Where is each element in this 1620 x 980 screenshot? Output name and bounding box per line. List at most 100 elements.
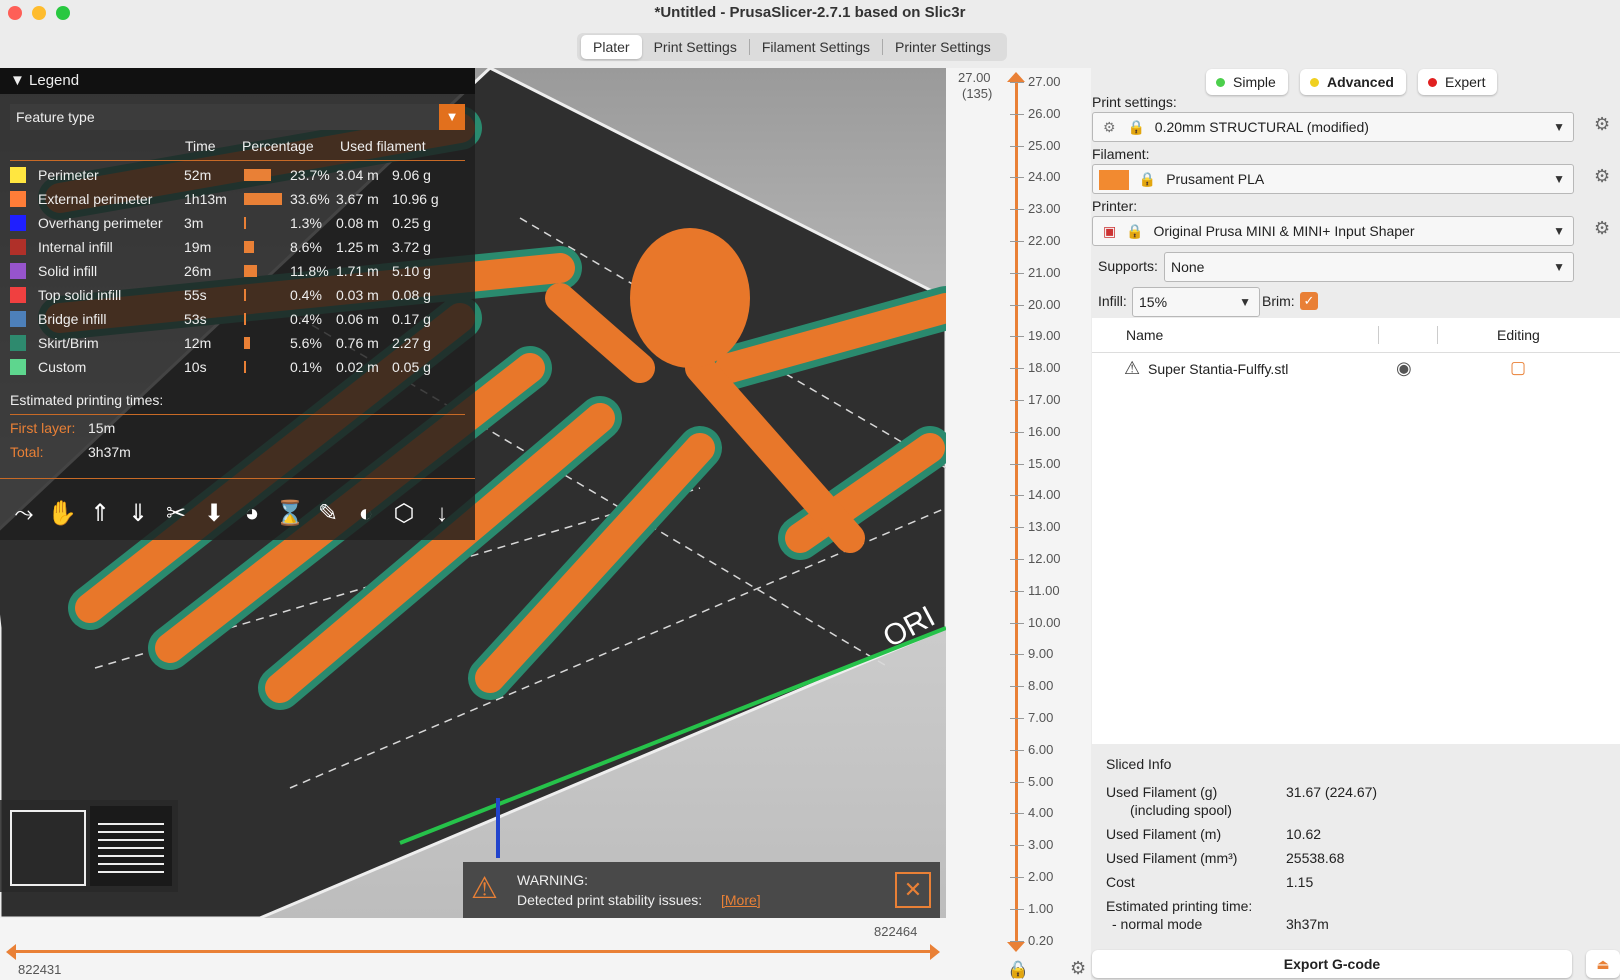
feature-name: Solid infill [38,263,98,279]
slider-tick-label: 22.00 [1028,233,1061,248]
gcode-move-slider[interactable]: 822464 822431 [0,918,946,980]
3d-view-icon[interactable] [10,810,86,886]
sliced-sublabel: (including spool) [1130,802,1232,818]
object-name: Super Stantia-Fulffy.stl [1148,361,1289,377]
preview-layers-icon[interactable] [90,806,172,886]
mode-advanced-button[interactable]: Advanced [1300,69,1406,95]
divider [10,414,465,415]
pause-icon[interactable]: ⌛ [274,498,306,530]
printer-label: Printer: [1092,198,1138,214]
legend-row[interactable]: External perimeter 1h13m 33.6% 3.67 m 10.96 … [10,188,470,210]
slider-track[interactable] [1015,76,1018,946]
percentage-bar [244,289,246,301]
tab-print-settings[interactable]: Print Settings [642,35,749,59]
retractions-icon[interactable]: ⇑ [84,498,116,530]
legend-header[interactable]: ▼ Legend [0,68,475,94]
filament-select[interactable]: 🔒 Prusament PLA ▼ [1092,164,1574,194]
color-changes-icon[interactable]: ◕ [236,498,268,530]
tab-plater[interactable]: Plater [581,35,642,59]
feature-length: 0.08 m [336,215,379,231]
gear-icon[interactable]: ⚙ [1594,114,1610,135]
gear-icon[interactable]: ⚙ [1070,958,1086,979]
eye-icon[interactable]: ◉ [1396,358,1412,379]
tool-marker-icon[interactable]: ↓ [426,498,458,530]
shells-icon[interactable]: ⬡ [388,498,420,530]
slider-tick-label: 24.00 [1028,169,1061,185]
tool-changes-icon[interactable]: ⬇ [198,498,230,530]
percentage-bar [244,241,254,253]
gear-icon[interactable]: ⚙ [1594,166,1610,187]
edit-icon[interactable]: ▢ [1510,358,1526,378]
mode-dot [1428,78,1437,87]
infill-select[interactable]: 15% ▼ [1132,287,1260,317]
view-type-select[interactable]: Feature type ▼ [10,104,465,130]
est-times-label: Estimated printing times: [10,392,164,408]
slider-tick [1010,749,1024,751]
export-gcode-button[interactable]: Export G-code [1092,950,1572,978]
minimize-window-button[interactable] [32,6,46,20]
divider [10,160,465,161]
feature-time: 3m [184,215,204,231]
legend-row[interactable]: Perimeter 52m 23.7% 3.04 m 9.06 g [10,164,470,186]
slider-tick-label: 1.00 [1028,900,1054,916]
hslider-track[interactable] [14,950,934,953]
percentage-bar [244,313,246,325]
legend-row[interactable]: Skirt/Brim 12m 5.6% 0.76 m 2.27 g [10,332,470,354]
close-window-button[interactable] [8,6,22,20]
col-used-filament: Used filament [340,138,426,154]
legend-row[interactable]: Custom 10s 0.1% 0.02 m 0.05 g [10,356,470,378]
slider-tick-label: 21.00 [1028,264,1061,280]
chevron-down-icon[interactable]: ▼ [439,104,465,130]
hslider-right-thumb[interactable] [930,944,940,960]
first-layer-value: 15m [88,420,116,436]
legend-row[interactable]: Solid infill 26m 11.8% 1.71 m 5.10 g [10,260,470,282]
deretractions-icon[interactable]: ⇓ [122,498,154,530]
feature-name: Internal infill [38,239,113,255]
feature-length: 0.76 m [336,335,379,351]
sliced-value: 1.15 [1286,874,1314,890]
legend-row[interactable]: Overhang perimeter 3m 1.3% 0.08 m 0.25 g [10,212,470,234]
supports-select[interactable]: None ▼ [1164,252,1574,282]
percentage-bar [244,193,282,205]
slider-tick-label: 23.00 [1028,201,1061,217]
upper-thumb[interactable] [1007,72,1025,82]
travel-icon[interactable]: ⤳ [8,498,40,530]
warning-notification: ⚠ WARNING: Detected print stability issu… [463,862,940,918]
mode-expert-button[interactable]: Expert [1418,69,1498,95]
slider-tick-label: 4.00 [1028,805,1054,821]
mode-simple-button[interactable]: Simple [1206,69,1288,95]
legend-row[interactable]: Internal infill 19m 8.6% 1.25 m 3.72 g [10,236,470,258]
warning-more-link[interactable]: [More] [721,892,761,908]
center-of-gravity-icon[interactable]: ◐ [350,498,382,530]
slider-tick-label: 15.00 [1028,455,1061,471]
window-title: *Untitled - PrusaSlicer-2.7.1 based on S… [654,4,966,21]
printer-select[interactable]: ▣ 🔒 Original Prusa MINI & MINI+ Input Sh… [1092,216,1574,246]
feature-color-swatch [10,263,26,279]
tab-filament-settings[interactable]: Filament Settings [750,35,882,59]
feature-percentage: 1.3% [290,215,322,231]
lock-icon[interactable]: 🔓 [1008,960,1028,980]
close-icon[interactable]: ✕ [895,872,931,908]
object-row[interactable]: ⚠ Super Stantia-Fulffy.stl ◉ ▢ [1092,354,1620,384]
layer-slider[interactable]: 27.00 (135) 27.00 26.00 25.00 24.00 23.00 22.… [946,68,1091,980]
brim-checkbox[interactable]: ✓ [1300,292,1318,310]
eject-icon[interactable]: ⏏ [1586,950,1620,978]
zoom-window-button[interactable] [56,6,70,20]
legend-row[interactable]: Top solid infill 55s 0.4% 0.03 m 0.08 g [10,284,470,306]
main-tabs: Plater Print Settings Filament Settings … [577,33,1007,61]
print-settings-select[interactable]: ⚙ 🔒 0.20mm STRUCTURAL (modified) ▼ [1092,112,1574,142]
lower-thumb[interactable] [1007,942,1025,952]
custom-gcode-icon[interactable]: ✎ [312,498,344,530]
feature-weight: 2.27 g [392,335,431,351]
seams-icon[interactable]: ✂ [160,498,192,530]
object-list-header: Name Editing [1092,318,1620,353]
wipe-icon[interactable]: ✋ [46,498,78,530]
slider-tick [1010,368,1024,370]
hslider-left-thumb[interactable] [6,944,16,960]
feature-percentage: 33.6% [290,191,330,207]
gear-icon[interactable]: ⚙ [1594,218,1610,239]
legend-row[interactable]: Bridge infill 53s 0.4% 0.06 m 0.17 g [10,308,470,330]
tab-printer-settings[interactable]: Printer Settings [883,35,1003,59]
printer-value: Original Prusa MINI & MINI+ Input Shaper [1153,223,1415,239]
slider-tick [1010,177,1024,179]
